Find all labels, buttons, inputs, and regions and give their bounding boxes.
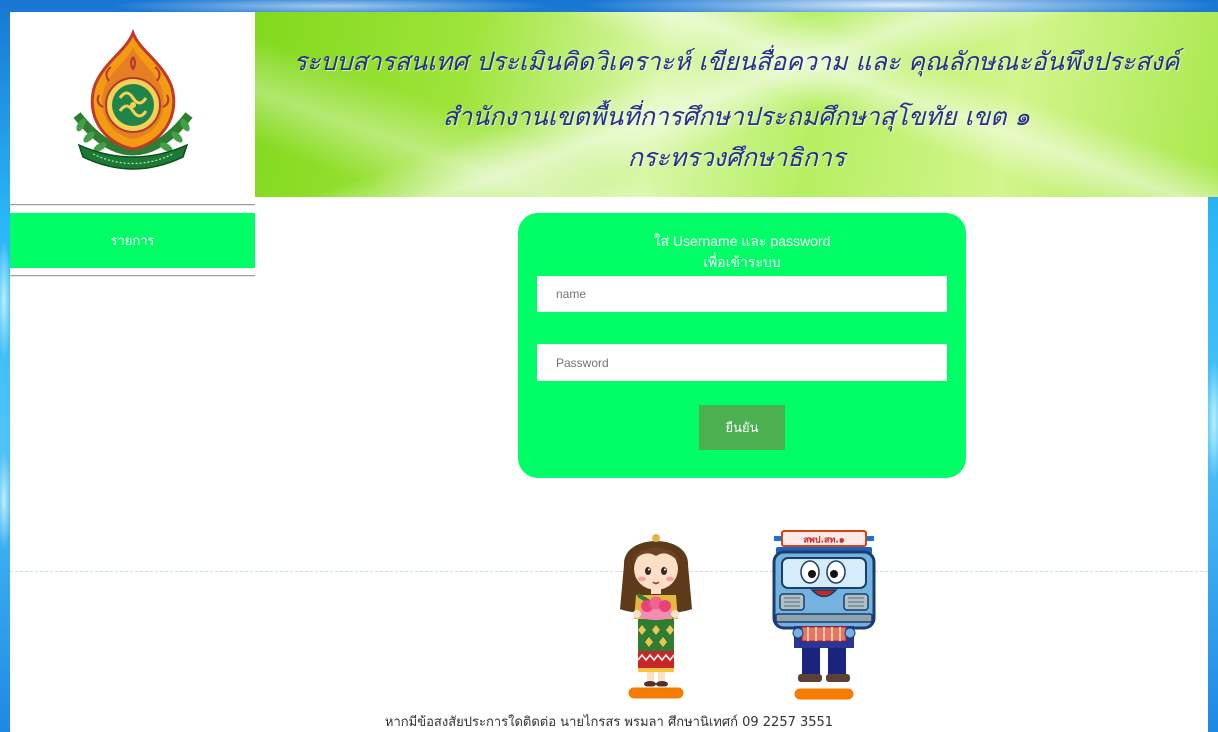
login-title: ใส่ Username และ password เพื่อเข้าระบบ (518, 231, 966, 273)
login-title-line-2: เพื่อเข้าระบบ (703, 254, 781, 270)
bus-sign-text: สพป.สท.๑ (803, 535, 844, 546)
header-banner: ระบบสารสนเทศ ประเมินคิดวิเคราะห์ เขียนสื… (255, 12, 1218, 197)
bus-mascot-name-tag (793, 687, 855, 701)
girl-mascot-icon (620, 534, 692, 700)
login-panel: ใส่ Username และ password เพื่อเข้าระบบ … (518, 213, 966, 478)
sidebar-divider-top (10, 204, 255, 206)
logo-area (10, 12, 255, 197)
banner-title: ระบบสารสนเทศ ประเมินคิดวิเคราะห์ เขียนสื… (293, 47, 1180, 76)
sidebar-divider-bottom (10, 275, 255, 277)
password-input[interactable] (537, 344, 947, 381)
bus-mascot-icon: สพป.สท.๑ (772, 530, 876, 701)
girl-mascot-name-tag (627, 686, 685, 700)
bus-mascot-outfit (792, 626, 856, 682)
bus-mascot-body (772, 547, 876, 630)
obec-emblem-icon (73, 29, 193, 170)
bus-mascot-sign: สพป.สท.๑ (774, 530, 874, 547)
footer-contact: หากมีข้อสงสัยประการใดติดต่อ นายไกรสร พรม… (384, 715, 834, 730)
banner-ministry: กระทรวงศึกษาธิการ (627, 143, 846, 172)
sidebar-item-label: รายการ (110, 234, 155, 249)
submit-button[interactable]: ยืนยัน (699, 405, 785, 450)
sidebar-item-menu[interactable]: รายการ (10, 213, 255, 268)
login-title-line-1: ใส่ Username และ password (653, 233, 831, 249)
girl-mascot-legs (644, 672, 668, 687)
emblem-center-seal (105, 77, 161, 133)
banner-subtitle: สำนักงานเขตพื้นที่การศึกษาประถมศึกษาสุโข… (442, 102, 1031, 131)
username-input[interactable] (537, 276, 947, 312)
